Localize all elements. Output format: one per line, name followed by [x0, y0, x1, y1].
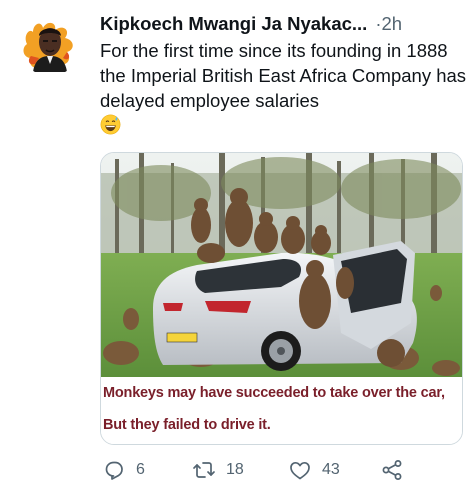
- tweet-time[interactable]: ·2h: [375, 13, 402, 34]
- retweet-icon: [192, 458, 216, 482]
- caption-line-1: Monkeys may have succeeded to take over …: [103, 385, 445, 401]
- reply-button[interactable]: 6: [102, 455, 145, 485]
- like-button[interactable]: 43: [288, 455, 340, 485]
- share-icon: [380, 458, 404, 482]
- media-photo[interactable]: [101, 153, 462, 377]
- media-caption: Monkeys may have succeeded to take over …: [101, 377, 462, 444]
- time-label: 2h: [381, 13, 403, 34]
- caption-line-2: But they failed to drive it.: [103, 417, 271, 433]
- avatar[interactable]: [19, 14, 81, 76]
- retweet-count: 18: [226, 461, 244, 478]
- like-count: 43: [322, 461, 340, 478]
- like-icon: [288, 458, 312, 482]
- tweet-actions: 6 18 43: [100, 455, 470, 485]
- tweet-body: For the first time since its founding in…: [100, 40, 467, 111]
- tweet-media[interactable]: Monkeys may have succeeded to take over …: [100, 152, 463, 445]
- retweet-button[interactable]: 18: [192, 455, 244, 485]
- tweet-card[interactable]: Kipkoech Mwangi Ja Nyakac... ·2h For the …: [0, 0, 476, 500]
- tweet-header: Kipkoech Mwangi Ja Nyakac... ·2h: [100, 12, 470, 36]
- share-button[interactable]: [380, 455, 404, 485]
- author-name[interactable]: Kipkoech Mwangi Ja Nyakac...: [100, 13, 367, 34]
- tweet-text: For the first time since its founding in…: [100, 38, 470, 138]
- grinning-face-with-sweat-icon: [100, 114, 121, 135]
- reply-count: 6: [136, 461, 145, 478]
- reply-icon: [102, 458, 126, 482]
